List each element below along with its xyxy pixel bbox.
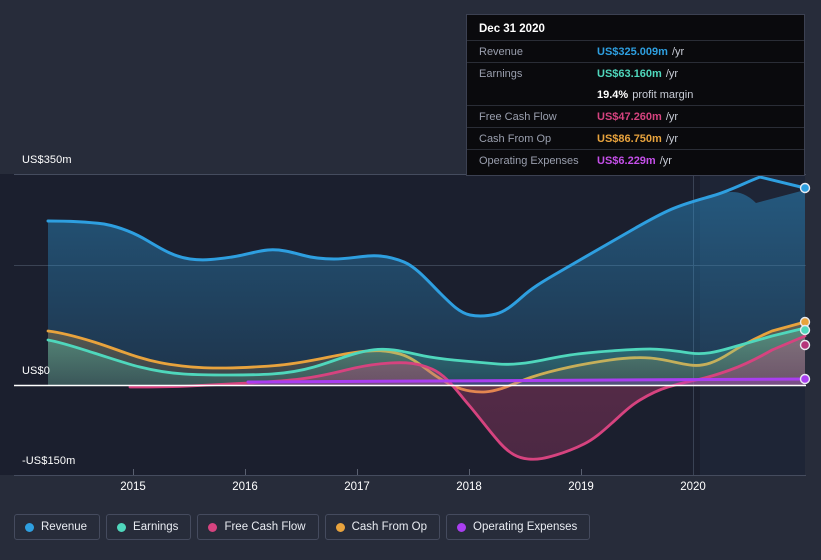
tooltip-unit-free-cash-flow: /yr — [665, 110, 679, 123]
legend-dot-operating-expenses-icon — [457, 522, 467, 532]
x-axis-label-2018: 2018 — [456, 481, 482, 493]
tooltip-row-profit-margin: 19.4% profit margin — [467, 84, 804, 105]
tooltip-date: Dec 31 2020 — [479, 23, 545, 35]
tooltip-row-operating-expenses: Operating Expenses US$6.229m /yr — [467, 149, 804, 171]
tooltip-value-free-cash-flow: US$47.260m — [597, 110, 662, 123]
tooltip-value-earnings: US$63.160m — [597, 67, 662, 80]
chart-tooltip: Dec 31 2020 Revenue US$325.009m /yr Earn… — [466, 14, 805, 176]
endpoint-earnings — [799, 324, 811, 336]
legend-item-operating-expenses[interactable]: Operating Expenses — [446, 514, 591, 540]
tooltip-value-operating-expenses: US$6.229m — [597, 154, 656, 167]
tooltip-label-revenue: Revenue — [479, 45, 524, 58]
chart-page: US$350m US$0 -US$150m 2015 2016 2017 201… — [0, 0, 821, 560]
tooltip-unit-revenue: /yr — [671, 45, 685, 58]
legend-dot-free-cash-flow-icon — [208, 522, 218, 532]
tooltip-label-earnings: Earnings — [479, 67, 523, 80]
x-axis-label-2017: 2017 — [344, 481, 370, 493]
x-axis-label-2019: 2019 — [568, 481, 594, 493]
tooltip-row-revenue: Revenue US$325.009m /yr — [467, 40, 804, 62]
x-axis-label-2020: 2020 — [680, 481, 706, 493]
y-axis-label-top: US$350m — [22, 154, 72, 166]
tooltip-row-free-cash-flow: Free Cash Flow US$47.260m /yr — [467, 105, 804, 127]
tooltip-label-cash-from-op: Cash From Op — [479, 132, 552, 145]
tooltip-unit-earnings: /yr — [665, 67, 679, 80]
legend-label-cash-from-op: Cash From Op — [351, 521, 428, 533]
legend-item-cash-from-op[interactable]: Cash From Op — [324, 514, 441, 540]
legend-label-free-cash-flow: Free Cash Flow — [224, 521, 306, 533]
chart-legend: Revenue Earnings Free Cash Flow Cash Fro… — [14, 514, 591, 540]
tooltip-unit-operating-expenses: /yr — [659, 154, 672, 167]
legend-dot-cash-from-op-icon — [335, 522, 345, 532]
legend-dot-earnings-icon — [117, 522, 127, 532]
y-axis-label-zero: US$0 — [22, 365, 50, 377]
tooltip-row-earnings: Earnings US$63.160m /yr — [467, 62, 804, 84]
legend-item-revenue[interactable]: Revenue — [14, 514, 101, 540]
tooltip-value-profit-margin: 19.4% — [597, 88, 629, 101]
legend-label-revenue: Revenue — [41, 521, 88, 533]
endpoint-operating-expenses — [799, 373, 811, 385]
legend-item-free-cash-flow[interactable]: Free Cash Flow — [197, 514, 319, 540]
tooltip-value-revenue: US$325.009m — [597, 45, 668, 58]
tooltip-row-cash-from-op: Cash From Op US$86.750m /yr — [467, 127, 804, 149]
y-axis-label-bottom: -US$150m — [22, 455, 76, 467]
x-axis-label-2016: 2016 — [232, 481, 258, 493]
legend-label-earnings: Earnings — [133, 521, 179, 533]
tooltip-label-free-cash-flow: Free Cash Flow — [479, 110, 557, 123]
tooltip-text-profit-margin: profit margin — [632, 88, 694, 101]
legend-item-earnings[interactable]: Earnings — [106, 514, 192, 540]
endpoint-free-cash-flow — [799, 339, 811, 351]
tooltip-unit-cash-from-op: /yr — [665, 132, 679, 145]
legend-dot-revenue-icon — [25, 522, 34, 532]
tooltip-value-cash-from-op: US$86.750m — [597, 132, 662, 145]
x-axis-label-2015: 2015 — [120, 481, 146, 493]
legend-label-operating-expenses: Operating Expenses — [473, 521, 578, 533]
tooltip-label-operating-expenses: Operating Expenses — [479, 154, 579, 167]
endpoint-revenue — [799, 182, 811, 194]
